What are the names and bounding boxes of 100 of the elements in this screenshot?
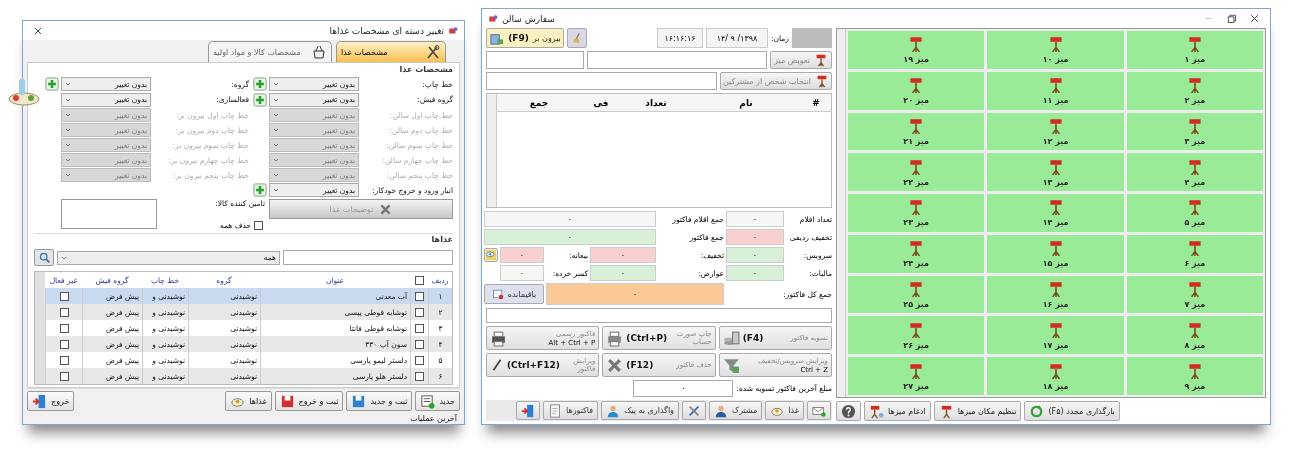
checkbox[interactable] [254,221,263,230]
checkbox[interactable] [59,291,69,301]
checkbox[interactable] [59,371,69,381]
checkbox[interactable] [415,323,424,333]
scrollbar[interactable] [487,94,497,207]
table-tile[interactable]: میز ۳ [1126,112,1263,151]
toolbar-button[interactable]: جدید [415,391,460,411]
table-tile[interactable]: میز ۲۷ [848,357,985,395]
table-tile[interactable]: میز ۸ [1126,316,1263,355]
toolbar-button[interactable]: تنظیم مکان میزها [933,401,1022,421]
amount-field[interactable]: ۰ [726,229,784,245]
table-tile[interactable]: میز ۱۲ [987,112,1124,151]
remaining-button[interactable]: باقیمانده [484,284,544,304]
search-field[interactable] [283,250,453,265]
amount-field[interactable]: ۰ [633,380,734,397]
text-field[interactable] [587,51,767,69]
add-button[interactable] [45,77,59,92]
table-tile[interactable]: میز ۱۴ [987,194,1124,232]
caret-icon [65,157,71,163]
tab[interactable]: مشخصات کالا و مواد اولیه [208,41,332,62]
cross-icon [606,356,624,374]
table-tile[interactable]: میز ۴ [1126,153,1263,192]
table-icon [869,403,884,419]
toolbar-button[interactable]: ثبت و جدید [346,391,413,411]
table-tile[interactable]: میز ۱۳ [987,153,1124,192]
toolbar-button[interactable]: واگذاری به پیک [601,401,679,420]
help-button[interactable] [836,401,861,421]
checkbox[interactable] [414,275,424,285]
checkbox[interactable] [59,307,69,317]
table-tile[interactable]: میز ۲ [1126,71,1263,110]
text-area[interactable] [61,199,157,229]
table-tile[interactable]: میز ۱۵ [987,234,1124,273]
amount-field[interactable]: ۰ [484,211,656,227]
checkbox[interactable] [59,323,69,333]
text-field[interactable] [486,72,717,90]
tab[interactable]: مشخصات غذا [336,41,446,62]
text-field[interactable] [486,51,584,69]
toolbar-button[interactable]: ثبت و خروج [274,391,344,411]
table-tile[interactable]: میز ۱۱ [987,71,1124,110]
table-tile[interactable]: میز ۶ [1126,234,1263,273]
table-tile[interactable]: میز ۷ [1126,275,1263,314]
icon-button[interactable] [807,401,831,420]
table-tile[interactable]: میز ۲۳ [848,194,985,232]
coins-icon [722,329,740,347]
checkbox[interactable] [415,355,424,365]
close-icon [1248,12,1261,25]
amount-field[interactable]: ۰ [590,265,656,281]
date-field: ۱۳۹۸/ ۹ /۱۴ [706,28,769,48]
exit-button[interactable]: خروج [27,391,75,411]
table-tile[interactable]: میز ۱۹ [848,31,985,69]
table-tile[interactable]: میز ۱۶ [987,275,1124,314]
table-tile[interactable]: میز ۲۱ [848,112,985,151]
table-tile[interactable]: میز ۵ [1126,194,1263,232]
checkbox[interactable] [415,339,424,349]
caret-icon [273,142,279,148]
toolbar-button[interactable]: بارگذاری مجدد (F۵) [1024,401,1120,421]
add-button[interactable] [253,183,267,197]
table-tile[interactable]: میز ۲۰ [848,71,985,110]
checkbox[interactable] [59,355,69,365]
toolbar-button[interactable]: غذاها [225,391,272,411]
checkbox[interactable] [415,307,424,317]
amount-field[interactable]: ۰ [726,211,784,227]
table-tile[interactable]: میز ۲۵ [848,275,985,314]
help-icon [841,403,856,419]
toolbar-button[interactable]: مشترک [708,401,763,420]
scrollbar[interactable] [35,272,45,384]
caret-icon [273,157,279,163]
toolbar-button[interactable]: فاکتورها [543,401,599,420]
add-button[interactable] [253,92,267,107]
amount-field[interactable]: ۰ [726,247,784,263]
checkbox[interactable] [415,291,424,301]
spin-field[interactable] [486,308,832,323]
table-tile[interactable]: میز ۲۲ [848,153,985,192]
caret-icon [273,112,279,118]
amount-field[interactable]: ۰ [726,265,784,281]
view-button[interactable] [484,248,498,262]
checkbox[interactable] [415,371,424,381]
plus-icon [253,77,267,92]
table-tile[interactable]: میز ۱۰ [987,31,1124,69]
icon-button[interactable] [516,401,540,420]
amount-field[interactable]: ۰ [590,247,656,263]
table-tile[interactable]: میز ۲۶ [848,316,985,355]
amount-field[interactable]: ۰ [484,229,656,245]
add-button[interactable] [253,77,267,92]
amount-field[interactable]: ۰ [500,247,544,263]
table-tile[interactable]: میز ۲۴ [848,234,985,273]
checkbox[interactable] [59,339,69,349]
icon-button[interactable] [681,401,706,420]
table-tile[interactable]: میز ۱ [1126,31,1263,69]
table-tile[interactable]: میز ۹ [1126,357,1263,395]
search-icon [37,251,51,264]
amount-field[interactable]: ۰ [546,283,724,305]
printer-icon [490,329,507,347]
pencil-icon [490,358,504,372]
search-button[interactable] [34,249,54,266]
amount-field[interactable]: ۰ [500,265,544,281]
toolbar-button[interactable]: غذا [765,401,804,420]
table-tile[interactable]: میز ۱۸ [987,357,1124,395]
table-tile[interactable]: میز ۱۷ [987,316,1124,355]
toolbar-button[interactable]: ادغام میزها [864,401,931,421]
